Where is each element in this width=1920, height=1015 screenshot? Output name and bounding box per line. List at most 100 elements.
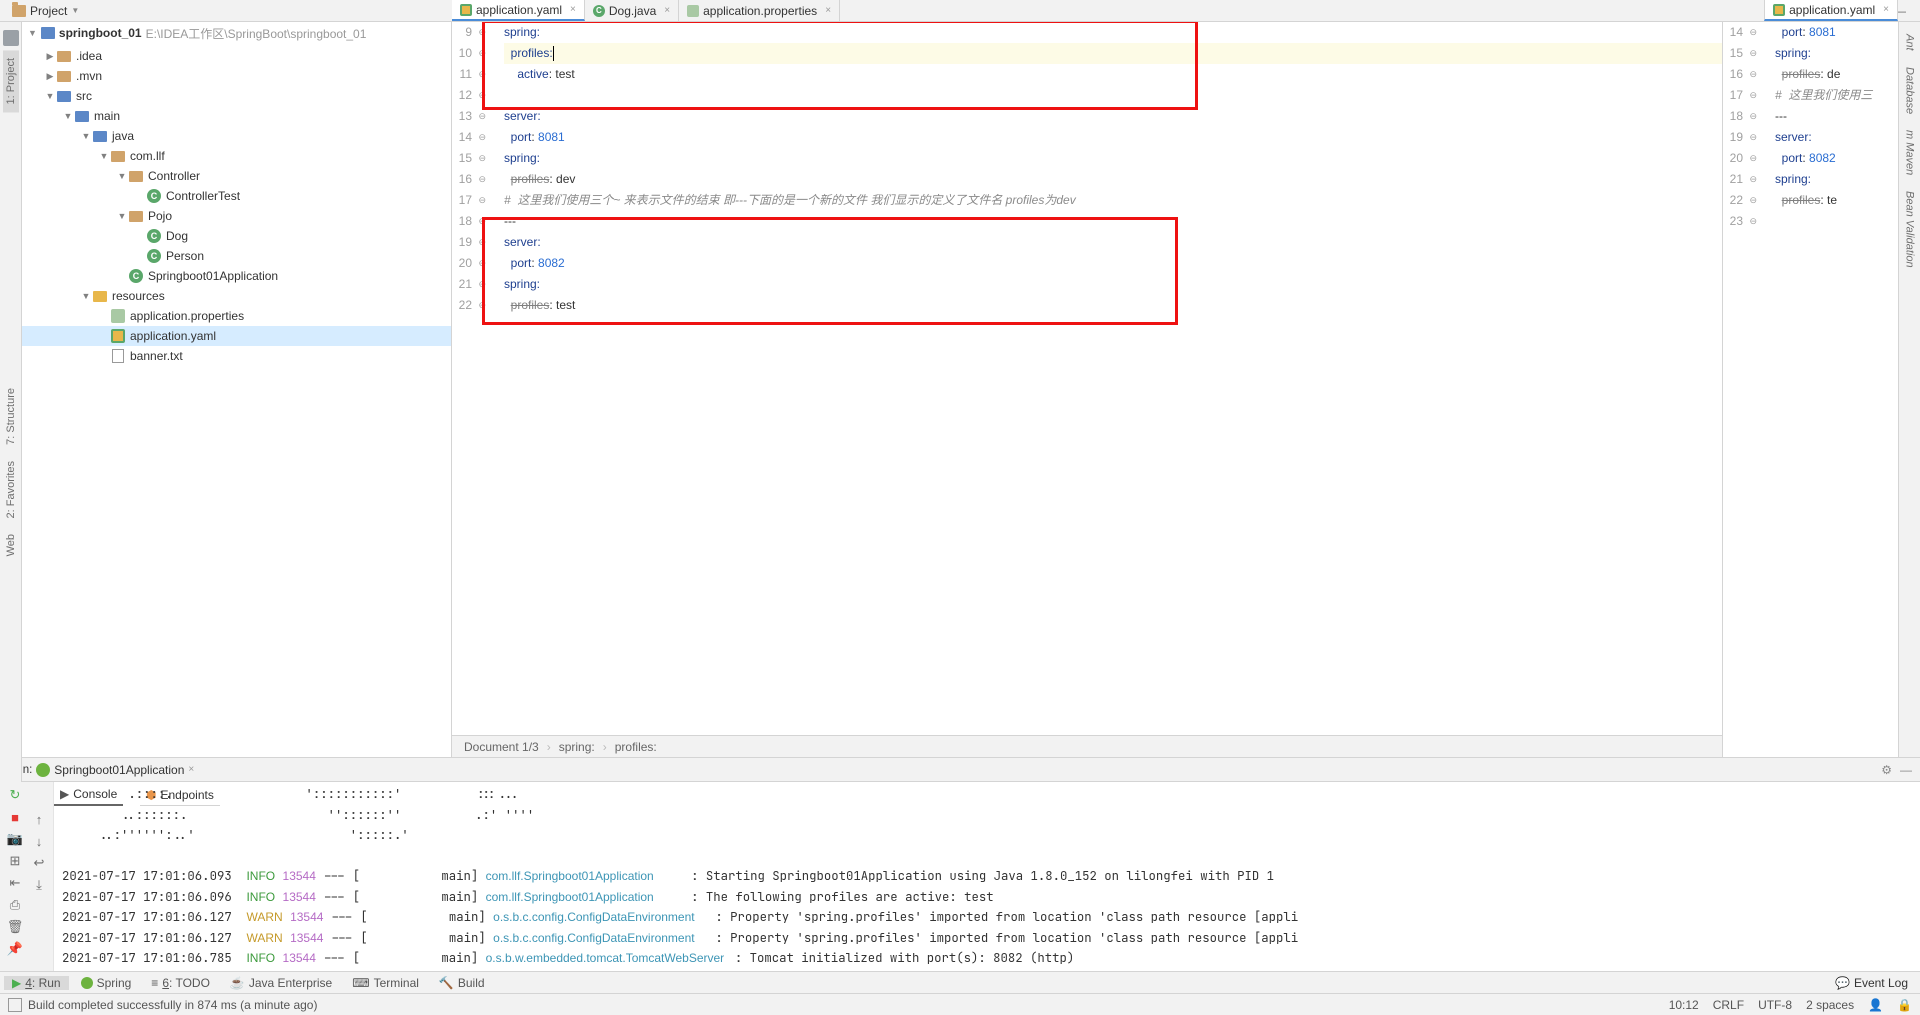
close-icon[interactable]: × [825, 5, 831, 16]
tree-item-app-yaml[interactable]: application.yaml [22, 326, 451, 346]
project-breadcrumb: ▼ springboot_01 E:\IDEA工作区\SpringBoot\sp… [22, 22, 451, 44]
tree-item-banner[interactable]: banner.txt [22, 346, 451, 366]
editor-tabs: application.yaml× CDog.java× application… [452, 0, 1898, 22]
btab-java-ee[interactable]: ☕Java Enterprise [222, 976, 340, 990]
chevron-down-icon: ▼ [116, 211, 128, 221]
project-path: E:\IDEA工作区\SpringBoot\springboot_01 [146, 25, 367, 42]
print-icon[interactable]: ⎙ [6, 896, 24, 914]
folder-icon [12, 5, 26, 17]
tree-item-controller-pkg[interactable]: ▼Controller [22, 166, 451, 186]
close-icon[interactable]: × [664, 5, 670, 16]
project-panel: ▼ springboot_01 E:\IDEA工作区\SpringBoot\sp… [22, 22, 452, 757]
pin-icon[interactable]: 📌 [6, 940, 24, 958]
line-separator[interactable]: CRLF [1713, 998, 1744, 1012]
encoding[interactable]: UTF-8 [1758, 998, 1792, 1012]
folder-icon [57, 51, 71, 62]
terminal-icon: ⌨ [352, 976, 369, 990]
editor-breadcrumb: Document 1/3 › spring: › profiles: [452, 735, 1722, 757]
chevron-down-icon[interactable]: ▼ [28, 28, 37, 38]
cursor-position[interactable]: 10:12 [1669, 998, 1699, 1012]
console-output[interactable]: .::::. ':::::::::::' :::... ..::::::. ''… [54, 782, 1920, 971]
code-lines-right[interactable]: port: 8081spring: profiles: de# 这里我们使用三-… [1763, 22, 1898, 757]
exit-icon[interactable]: ⇤ [6, 874, 24, 892]
tree-item-controllertest[interactable]: CControllerTest [22, 186, 451, 206]
vtab-bean-validation[interactable]: Bean Validation [1902, 183, 1918, 276]
tab-application-yaml[interactable]: application.yaml× [452, 0, 585, 21]
btab-run[interactable]: ▶4: Run [4, 976, 69, 990]
vtab-web[interactable]: Web [3, 526, 19, 564]
btab-todo[interactable]: ≡6: TODO [143, 976, 218, 990]
text-icon [112, 349, 124, 363]
vtab-maven[interactable]: m Maven [1902, 122, 1918, 183]
inspect-icon[interactable]: 👤 [1868, 998, 1883, 1012]
code-body-left[interactable]: 9⊖10⊖11⊖12⊖13⊖14⊖15⊖16⊖17⊖18⊖19⊖20⊖21⊖22… [452, 22, 1722, 735]
btab-spring[interactable]: Spring [73, 976, 140, 990]
code-lines-left[interactable]: spring: profiles: active: test server: p… [492, 22, 1722, 735]
project-dropdown[interactable]: Project ▼ [4, 4, 87, 18]
tree-item-pkg[interactable]: ▼com.llf [22, 146, 451, 166]
btab-terminal[interactable]: ⌨Terminal [344, 976, 427, 990]
app-icon[interactable] [3, 30, 19, 46]
class-icon: C [147, 249, 161, 263]
yaml-icon [1773, 4, 1785, 16]
spring-icon [36, 763, 50, 777]
rerun-icon[interactable]: ↻ [6, 786, 24, 804]
wrap-icon[interactable]: ↩ [30, 854, 48, 872]
tree-item-person[interactable]: CPerson [22, 246, 451, 266]
event-log[interactable]: 💬Event Log [1835, 976, 1916, 990]
tab-application-yaml-right[interactable]: application.yaml× [1764, 0, 1898, 21]
tree-item-idea[interactable]: ▶.idea [22, 46, 451, 66]
code-body-right[interactable]: 14⊖15⊖16⊖17⊖18⊖19⊖20⊖21⊖22⊖23⊖ port: 808… [1723, 22, 1898, 757]
chevron-right-icon: ▶ [44, 71, 56, 82]
gear-icon[interactable]: ⚙ [1881, 763, 1892, 777]
bc-spring[interactable]: spring: [559, 740, 595, 754]
right-rail: Ant Database m Maven Bean Validation [1898, 22, 1920, 757]
folder-icon [75, 111, 89, 122]
down-icon[interactable]: ↓ [30, 832, 48, 850]
camera-icon[interactable]: 📷 [6, 830, 24, 848]
stop-icon[interactable]: ■ [6, 808, 24, 826]
chevron-right-icon: › [603, 740, 607, 754]
scroll-icon[interactable]: ⤓ [30, 876, 48, 894]
square-icon[interactable] [8, 998, 22, 1012]
class-icon: C [593, 5, 605, 17]
close-icon[interactable]: × [1883, 4, 1889, 15]
bc-profiles[interactable]: profiles: [615, 740, 657, 754]
tab-application-properties[interactable]: application.properties× [679, 0, 840, 21]
tree-item-java[interactable]: ▼java [22, 126, 451, 146]
tree-item-resources[interactable]: ▼resources [22, 286, 451, 306]
bottom-tabs: ▶4: Run Spring ≡6: TODO ☕Java Enterprise… [0, 971, 1920, 993]
tree-item-main[interactable]: ▼main [22, 106, 451, 126]
resources-icon [93, 291, 107, 302]
close-icon[interactable]: × [570, 4, 576, 15]
spring-icon [81, 977, 93, 989]
chevron-down-icon: ▼ [62, 111, 74, 121]
indent[interactable]: 2 spaces [1806, 998, 1854, 1012]
vtab-database[interactable]: Database [1902, 59, 1918, 122]
lock-icon[interactable]: 🔒 [1897, 998, 1912, 1012]
chevron-down-icon: ▼ [116, 171, 128, 181]
gutter-right: 14⊖15⊖16⊖17⊖18⊖19⊖20⊖21⊖22⊖23⊖ [1723, 22, 1763, 757]
btab-build[interactable]: 🔨Build [431, 976, 493, 990]
play-icon: ▶ [12, 976, 21, 990]
close-icon[interactable]: × [188, 764, 194, 775]
vtab-ant[interactable]: Ant [1902, 26, 1918, 59]
vtab-project[interactable]: 1: Project [3, 50, 19, 112]
layout-icon[interactable]: ⊞ [6, 852, 24, 870]
vtab-favorites[interactable]: 2: Favorites [3, 453, 19, 526]
minimize-icon[interactable]: — [1900, 763, 1912, 777]
vtab-structure[interactable]: 7: Structure [3, 380, 19, 453]
class-icon: C [129, 269, 143, 283]
tab-dog-java[interactable]: CDog.java× [585, 0, 679, 21]
tree-item-src[interactable]: ▼src [22, 86, 451, 106]
tree-item-mvn[interactable]: ▶.mvn [22, 66, 451, 86]
java-ee-icon: ☕ [230, 976, 245, 990]
tree-item-app-props[interactable]: application.properties [22, 306, 451, 326]
chevron-down-icon: ▼ [80, 131, 92, 141]
trash-icon[interactable]: 🗑 [6, 918, 24, 936]
up-icon[interactable]: ↑ [30, 810, 48, 828]
tree-item-app-class[interactable]: CSpringboot01Application [22, 266, 451, 286]
main-area: 1: Project ▼ springboot_01 E:\IDEA工作区\Sp… [0, 22, 1920, 757]
tree-item-pojo-pkg[interactable]: ▼Pojo [22, 206, 451, 226]
tree-item-dog[interactable]: CDog [22, 226, 451, 246]
